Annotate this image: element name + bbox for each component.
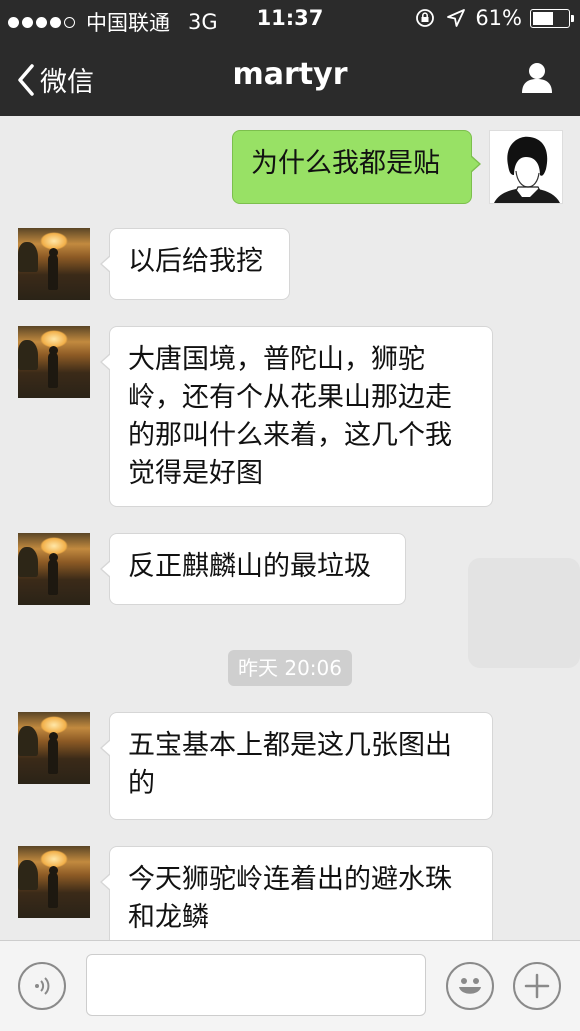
emoji-icon bbox=[459, 978, 481, 994]
status-bar: 中国联通 3G 11:37 61% bbox=[0, 0, 580, 38]
message-line: 五宝基本上都是这几张图出 bbox=[128, 730, 452, 761]
message-input[interactable] bbox=[86, 954, 426, 1016]
voice-button[interactable] bbox=[18, 962, 66, 1010]
contact-avatar[interactable] bbox=[18, 712, 90, 784]
contact-avatar[interactable] bbox=[18, 326, 90, 398]
message-bubble-received[interactable]: 五宝基本上都是这几张图出 的 bbox=[100, 712, 493, 820]
rotation-lock-icon bbox=[416, 9, 435, 27]
chat-area[interactable]: 为什么我都是贴 以后给我挖 大唐国境，普陀山，狮驼 岭，还有个从花果山那边走 的… bbox=[0, 116, 580, 940]
timestamp-divider: 昨天 20:06 bbox=[228, 650, 352, 686]
message-line: 觉得是好图 bbox=[128, 458, 263, 489]
chevron-left-icon bbox=[18, 63, 34, 96]
message-bubble-received[interactable]: 以后给我挖 bbox=[100, 228, 290, 300]
message-line: 的 bbox=[128, 768, 155, 799]
message-line: 和龙鳞 bbox=[128, 902, 209, 933]
message-text: 反正麒麟山的最垃圾 bbox=[128, 551, 371, 582]
message-line: 大唐国境，普陀山，狮驼 bbox=[128, 344, 425, 375]
emoji-button[interactable] bbox=[446, 962, 494, 1010]
person-icon bbox=[522, 63, 552, 93]
message-line: 岭，还有个从花果山那边走 bbox=[128, 382, 452, 413]
message-text: 为什么我都是贴 bbox=[251, 148, 440, 179]
nav-bar: 微信 martyr bbox=[0, 38, 580, 116]
watermark-logo bbox=[468, 558, 580, 668]
back-button[interactable]: 微信 bbox=[16, 60, 94, 99]
voice-icon bbox=[35, 977, 50, 995]
input-bar bbox=[0, 940, 580, 1031]
message-line: 今天狮驼岭连着出的避水珠 bbox=[128, 864, 452, 895]
contact-avatar[interactable] bbox=[18, 846, 90, 918]
plus-icon bbox=[524, 973, 550, 999]
message-bubble-received[interactable]: 大唐国境，普陀山，狮驼 岭，还有个从花果山那边走 的那叫什么来着，这几个我 觉得… bbox=[100, 326, 493, 507]
contact-avatar[interactable] bbox=[18, 228, 90, 300]
battery-percent: 61% bbox=[475, 6, 522, 30]
back-label: 微信 bbox=[40, 67, 94, 98]
status-right-group: 61% bbox=[415, 6, 574, 30]
battery-icon bbox=[530, 8, 574, 28]
message-text: 以后给我挖 bbox=[128, 246, 263, 277]
message-bubble-sent[interactable]: 为什么我都是贴 bbox=[232, 130, 481, 204]
add-button[interactable] bbox=[513, 962, 561, 1010]
message-bubble-received[interactable]: 反正麒麟山的最垃圾 bbox=[100, 533, 406, 605]
message-bubble-received[interactable]: 今天狮驼岭连着出的避水珠 和龙鳞 bbox=[100, 846, 493, 940]
contact-avatar[interactable] bbox=[18, 533, 90, 605]
location-icon bbox=[447, 9, 466, 27]
message-line: 的那叫什么来着，这几个我 bbox=[128, 420, 452, 451]
profile-button[interactable] bbox=[520, 60, 554, 98]
sketch-portrait-icon bbox=[494, 136, 560, 203]
my-avatar[interactable] bbox=[489, 130, 563, 204]
